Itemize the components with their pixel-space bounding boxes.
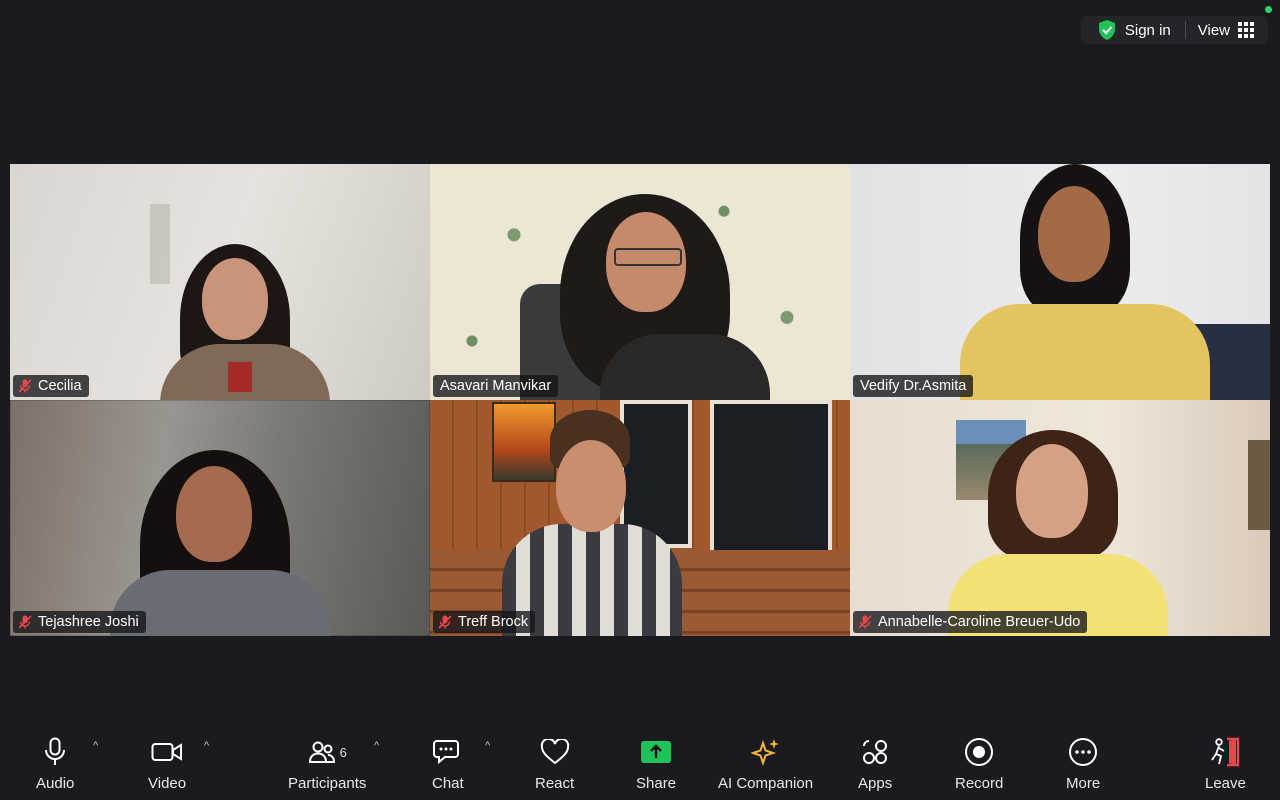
leave-button[interactable]: Leave: [1205, 735, 1246, 792]
name-tag: Vedify Dr.Asmita: [853, 375, 974, 397]
audio-button[interactable]: Audio: [36, 735, 74, 792]
divider: [1184, 21, 1186, 39]
name-tag: Cecilia: [13, 375, 89, 397]
chat-label: Chat: [432, 775, 464, 792]
react-icon-wrap: [540, 735, 570, 769]
window-right: [710, 400, 832, 554]
participants-options-chevron-icon[interactable]: ^: [374, 740, 379, 752]
shield-check-icon: [1098, 20, 1115, 40]
ai-companion-button[interactable]: AI Companion: [718, 735, 813, 792]
name-tag: Tejashree Joshi: [13, 611, 146, 633]
chat-icon-wrap: [432, 735, 463, 769]
apps-button[interactable]: Apps: [858, 735, 892, 792]
muted-mic-icon: [858, 615, 872, 629]
video-tile-asavari-manvikar[interactable]: Asavari Manvikar: [430, 164, 850, 400]
wall-painting: [492, 402, 556, 482]
participant-name: Cecilia: [38, 378, 82, 394]
view-button[interactable]: View: [1192, 22, 1260, 39]
record-label: Record: [955, 775, 1004, 792]
more-icon-wrap: [1068, 735, 1098, 769]
share-icon-wrap: [640, 735, 672, 769]
share-label: Share: [636, 775, 677, 792]
video-label: Video: [148, 775, 187, 792]
more-icon: [1069, 738, 1098, 766]
chat-button[interactable]: Chat: [432, 735, 464, 792]
participant-name: Vedify Dr.Asmita: [860, 378, 967, 394]
ai-companion-icon-wrap: [750, 735, 781, 769]
audio-options-chevron-icon[interactable]: ^: [93, 740, 98, 752]
video-tile-annabelle-caroline-breuer-udo[interactable]: Annabelle-Caroline Breuer-Udo: [850, 400, 1270, 636]
sign-in-label: Sign in: [1124, 21, 1171, 39]
ai-companion-label: AI Companion: [718, 775, 814, 792]
meeting-toolbar: Audio ^ Video ^ 6 Participants ^ Chat ^ …: [0, 700, 1280, 800]
status-dot: [1265, 6, 1272, 13]
microphone-icon: [45, 737, 66, 765]
audio-icon-wrap: [43, 735, 67, 769]
participants-icon: [308, 741, 335, 763]
audio-label: Audio: [36, 775, 75, 792]
share-screen-icon: [641, 741, 672, 763]
wall-art: [1248, 440, 1270, 530]
participant-name: Tejashree Joshi: [38, 614, 139, 630]
video-tile-vedify-dr-asmita[interactable]: Vedify Dr.Asmita: [850, 164, 1270, 400]
video-icon-wrap: [151, 735, 183, 769]
sign-in-button[interactable]: Sign in: [1089, 19, 1179, 41]
name-tag: Asavari Manvikar: [433, 375, 559, 397]
participant-name: Asavari Manvikar: [440, 378, 552, 394]
video-tile-tejashree-joshi[interactable]: Tejashree Joshi: [10, 400, 430, 636]
sparkle-icon: [750, 739, 779, 767]
participants-icon-wrap: 6: [308, 735, 347, 769]
participant-name: Treff Brock: [458, 614, 529, 630]
apps-icon: [863, 740, 888, 764]
video-camera-icon: [151, 743, 183, 761]
muted-mic-icon: [18, 379, 32, 393]
leave-label: Leave: [1205, 775, 1246, 792]
record-icon: [965, 738, 994, 766]
video-button[interactable]: Video: [148, 735, 186, 792]
participants-button[interactable]: 6 Participants: [288, 735, 366, 792]
participant-name: Annabelle-Caroline Breuer-Udo: [878, 614, 1081, 630]
chat-options-chevron-icon[interactable]: ^: [485, 740, 490, 752]
share-button[interactable]: Share: [636, 735, 676, 792]
video-grid: Cecilia Asavari Manvikar Vedify Dr.Asmit…: [10, 164, 1270, 636]
participants-label: Participants: [288, 775, 367, 792]
video-tile-cecilia[interactable]: Cecilia: [10, 164, 430, 400]
more-button[interactable]: More: [1066, 735, 1100, 792]
grid-icon: [1238, 22, 1254, 38]
more-label: More: [1066, 775, 1101, 792]
name-tag: Treff Brock: [433, 611, 536, 633]
top-right-controls: Sign in View: [1080, 6, 1272, 44]
leave-icon-wrap: [1209, 735, 1241, 769]
react-button[interactable]: React: [535, 735, 574, 792]
chat-icon: [432, 740, 459, 765]
video-tile-treff-brock[interactable]: Treff Brock: [430, 400, 850, 636]
apps-label: Apps: [858, 775, 893, 792]
heart-icon: [540, 739, 569, 765]
video-options-chevron-icon[interactable]: ^: [204, 740, 209, 752]
react-label: React: [535, 775, 575, 792]
record-button[interactable]: Record: [955, 735, 1003, 792]
muted-mic-icon: [18, 615, 32, 629]
view-label: View: [1197, 21, 1230, 39]
name-tag: Annabelle-Caroline Breuer-Udo: [853, 611, 1088, 633]
record-icon-wrap: [964, 735, 994, 769]
wall-shadow: [150, 204, 170, 284]
muted-mic-icon: [438, 615, 452, 629]
participants-count: 6: [339, 744, 347, 760]
leave-icon: [1211, 737, 1240, 767]
apps-icon-wrap: [861, 735, 889, 769]
